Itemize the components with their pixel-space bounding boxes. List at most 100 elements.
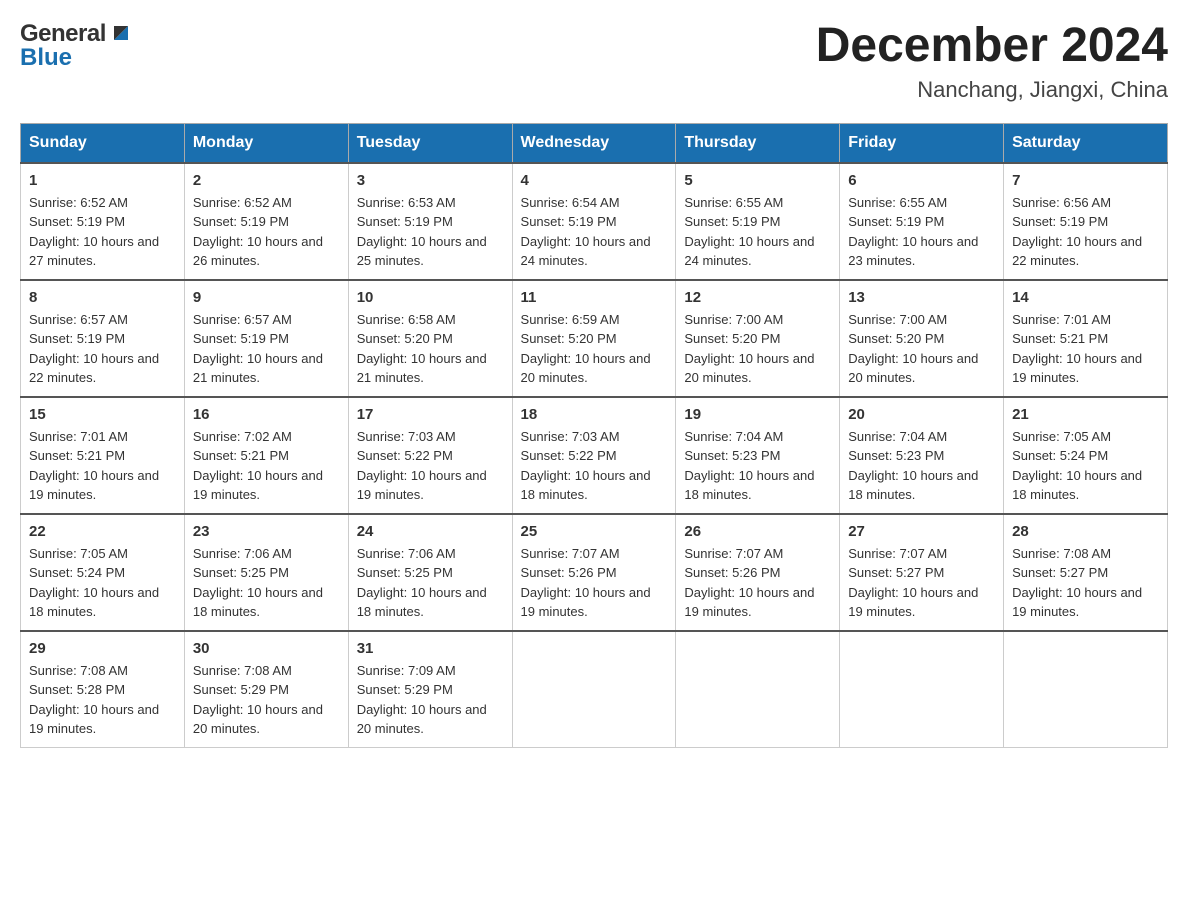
day-info: Sunrise: 7:04 AMSunset: 5:23 PMDaylight:…	[684, 427, 831, 505]
column-header-saturday: Saturday	[1004, 123, 1168, 163]
calendar-cell: 13 Sunrise: 7:00 AMSunset: 5:20 PMDaylig…	[840, 280, 1004, 397]
calendar-cell: 2 Sunrise: 6:52 AMSunset: 5:19 PMDayligh…	[184, 163, 348, 280]
day-info: Sunrise: 6:58 AMSunset: 5:20 PMDaylight:…	[357, 310, 504, 388]
day-number: 4	[521, 172, 668, 189]
day-info: Sunrise: 6:59 AMSunset: 5:20 PMDaylight:…	[521, 310, 668, 388]
calendar-cell: 15 Sunrise: 7:01 AMSunset: 5:21 PMDaylig…	[21, 397, 185, 514]
column-header-thursday: Thursday	[676, 123, 840, 163]
calendar-cell: 8 Sunrise: 6:57 AMSunset: 5:19 PMDayligh…	[21, 280, 185, 397]
column-header-sunday: Sunday	[21, 123, 185, 163]
day-info: Sunrise: 7:01 AMSunset: 5:21 PMDaylight:…	[1012, 310, 1159, 388]
calendar-cell: 10 Sunrise: 6:58 AMSunset: 5:20 PMDaylig…	[348, 280, 512, 397]
calendar-cell: 12 Sunrise: 7:00 AMSunset: 5:20 PMDaylig…	[676, 280, 840, 397]
calendar-cell	[512, 631, 676, 748]
day-info: Sunrise: 7:04 AMSunset: 5:23 PMDaylight:…	[848, 427, 995, 505]
day-info: Sunrise: 6:53 AMSunset: 5:19 PMDaylight:…	[357, 193, 504, 271]
calendar-cell: 25 Sunrise: 7:07 AMSunset: 5:26 PMDaylig…	[512, 514, 676, 631]
calendar-cell: 5 Sunrise: 6:55 AMSunset: 5:19 PMDayligh…	[676, 163, 840, 280]
calendar-table: SundayMondayTuesdayWednesdayThursdayFrid…	[20, 123, 1168, 748]
day-info: Sunrise: 7:07 AMSunset: 5:26 PMDaylight:…	[684, 544, 831, 622]
day-number: 7	[1012, 172, 1159, 189]
day-info: Sunrise: 7:03 AMSunset: 5:22 PMDaylight:…	[357, 427, 504, 505]
calendar-cell: 17 Sunrise: 7:03 AMSunset: 5:22 PMDaylig…	[348, 397, 512, 514]
calendar-cell: 14 Sunrise: 7:01 AMSunset: 5:21 PMDaylig…	[1004, 280, 1168, 397]
day-info: Sunrise: 7:07 AMSunset: 5:26 PMDaylight:…	[521, 544, 668, 622]
day-number: 2	[193, 172, 340, 189]
calendar-cell: 23 Sunrise: 7:06 AMSunset: 5:25 PMDaylig…	[184, 514, 348, 631]
day-info: Sunrise: 7:02 AMSunset: 5:21 PMDaylight:…	[193, 427, 340, 505]
day-number: 18	[521, 406, 668, 423]
day-number: 20	[848, 406, 995, 423]
column-header-wednesday: Wednesday	[512, 123, 676, 163]
page-header: General Blue December 2024 Nanchang, Jia…	[20, 20, 1168, 103]
day-info: Sunrise: 7:00 AMSunset: 5:20 PMDaylight:…	[848, 310, 995, 388]
calendar-week-row: 1 Sunrise: 6:52 AMSunset: 5:19 PMDayligh…	[21, 163, 1168, 280]
day-info: Sunrise: 7:09 AMSunset: 5:29 PMDaylight:…	[357, 661, 504, 739]
day-info: Sunrise: 6:52 AMSunset: 5:19 PMDaylight:…	[193, 193, 340, 271]
logo-triangle-icon	[110, 22, 132, 49]
day-number: 6	[848, 172, 995, 189]
day-number: 22	[29, 523, 176, 540]
day-number: 9	[193, 289, 340, 306]
day-number: 17	[357, 406, 504, 423]
column-header-friday: Friday	[840, 123, 1004, 163]
day-number: 11	[521, 289, 668, 306]
calendar-cell: 7 Sunrise: 6:56 AMSunset: 5:19 PMDayligh…	[1004, 163, 1168, 280]
day-number: 21	[1012, 406, 1159, 423]
day-number: 13	[848, 289, 995, 306]
day-number: 23	[193, 523, 340, 540]
day-number: 8	[29, 289, 176, 306]
day-number: 30	[193, 640, 340, 657]
day-number: 25	[521, 523, 668, 540]
calendar-cell: 16 Sunrise: 7:02 AMSunset: 5:21 PMDaylig…	[184, 397, 348, 514]
calendar-cell: 29 Sunrise: 7:08 AMSunset: 5:28 PMDaylig…	[21, 631, 185, 748]
day-info: Sunrise: 7:03 AMSunset: 5:22 PMDaylight:…	[521, 427, 668, 505]
day-info: Sunrise: 7:07 AMSunset: 5:27 PMDaylight:…	[848, 544, 995, 622]
day-info: Sunrise: 6:52 AMSunset: 5:19 PMDaylight:…	[29, 193, 176, 271]
logo-blue-text: Blue	[20, 44, 72, 72]
day-number: 3	[357, 172, 504, 189]
calendar-cell: 4 Sunrise: 6:54 AMSunset: 5:19 PMDayligh…	[512, 163, 676, 280]
month-year-title: December 2024	[816, 20, 1168, 73]
calendar-cell: 28 Sunrise: 7:08 AMSunset: 5:27 PMDaylig…	[1004, 514, 1168, 631]
column-header-monday: Monday	[184, 123, 348, 163]
day-number: 24	[357, 523, 504, 540]
calendar-cell	[840, 631, 1004, 748]
calendar-cell: 19 Sunrise: 7:04 AMSunset: 5:23 PMDaylig…	[676, 397, 840, 514]
calendar-week-row: 29 Sunrise: 7:08 AMSunset: 5:28 PMDaylig…	[21, 631, 1168, 748]
calendar-cell: 1 Sunrise: 6:52 AMSunset: 5:19 PMDayligh…	[21, 163, 185, 280]
calendar-cell: 24 Sunrise: 7:06 AMSunset: 5:25 PMDaylig…	[348, 514, 512, 631]
calendar-cell	[676, 631, 840, 748]
day-number: 10	[357, 289, 504, 306]
calendar-header-row: SundayMondayTuesdayWednesdayThursdayFrid…	[21, 123, 1168, 163]
calendar-cell: 22 Sunrise: 7:05 AMSunset: 5:24 PMDaylig…	[21, 514, 185, 631]
location-subtitle: Nanchang, Jiangxi, China	[816, 77, 1168, 103]
day-info: Sunrise: 6:55 AMSunset: 5:19 PMDaylight:…	[684, 193, 831, 271]
day-info: Sunrise: 6:54 AMSunset: 5:19 PMDaylight:…	[521, 193, 668, 271]
calendar-cell: 20 Sunrise: 7:04 AMSunset: 5:23 PMDaylig…	[840, 397, 1004, 514]
day-number: 31	[357, 640, 504, 657]
day-number: 27	[848, 523, 995, 540]
day-info: Sunrise: 6:57 AMSunset: 5:19 PMDaylight:…	[193, 310, 340, 388]
day-number: 15	[29, 406, 176, 423]
day-info: Sunrise: 6:56 AMSunset: 5:19 PMDaylight:…	[1012, 193, 1159, 271]
day-info: Sunrise: 6:55 AMSunset: 5:19 PMDaylight:…	[848, 193, 995, 271]
day-number: 16	[193, 406, 340, 423]
day-number: 19	[684, 406, 831, 423]
calendar-cell: 3 Sunrise: 6:53 AMSunset: 5:19 PMDayligh…	[348, 163, 512, 280]
day-number: 29	[29, 640, 176, 657]
day-number: 5	[684, 172, 831, 189]
calendar-cell: 26 Sunrise: 7:07 AMSunset: 5:26 PMDaylig…	[676, 514, 840, 631]
title-block: December 2024 Nanchang, Jiangxi, China	[816, 20, 1168, 103]
calendar-cell: 27 Sunrise: 7:07 AMSunset: 5:27 PMDaylig…	[840, 514, 1004, 631]
column-header-tuesday: Tuesday	[348, 123, 512, 163]
calendar-cell: 30 Sunrise: 7:08 AMSunset: 5:29 PMDaylig…	[184, 631, 348, 748]
calendar-cell: 21 Sunrise: 7:05 AMSunset: 5:24 PMDaylig…	[1004, 397, 1168, 514]
calendar-cell: 31 Sunrise: 7:09 AMSunset: 5:29 PMDaylig…	[348, 631, 512, 748]
day-number: 1	[29, 172, 176, 189]
calendar-week-row: 15 Sunrise: 7:01 AMSunset: 5:21 PMDaylig…	[21, 397, 1168, 514]
day-number: 12	[684, 289, 831, 306]
day-number: 26	[684, 523, 831, 540]
day-info: Sunrise: 7:08 AMSunset: 5:28 PMDaylight:…	[29, 661, 176, 739]
day-info: Sunrise: 6:57 AMSunset: 5:19 PMDaylight:…	[29, 310, 176, 388]
